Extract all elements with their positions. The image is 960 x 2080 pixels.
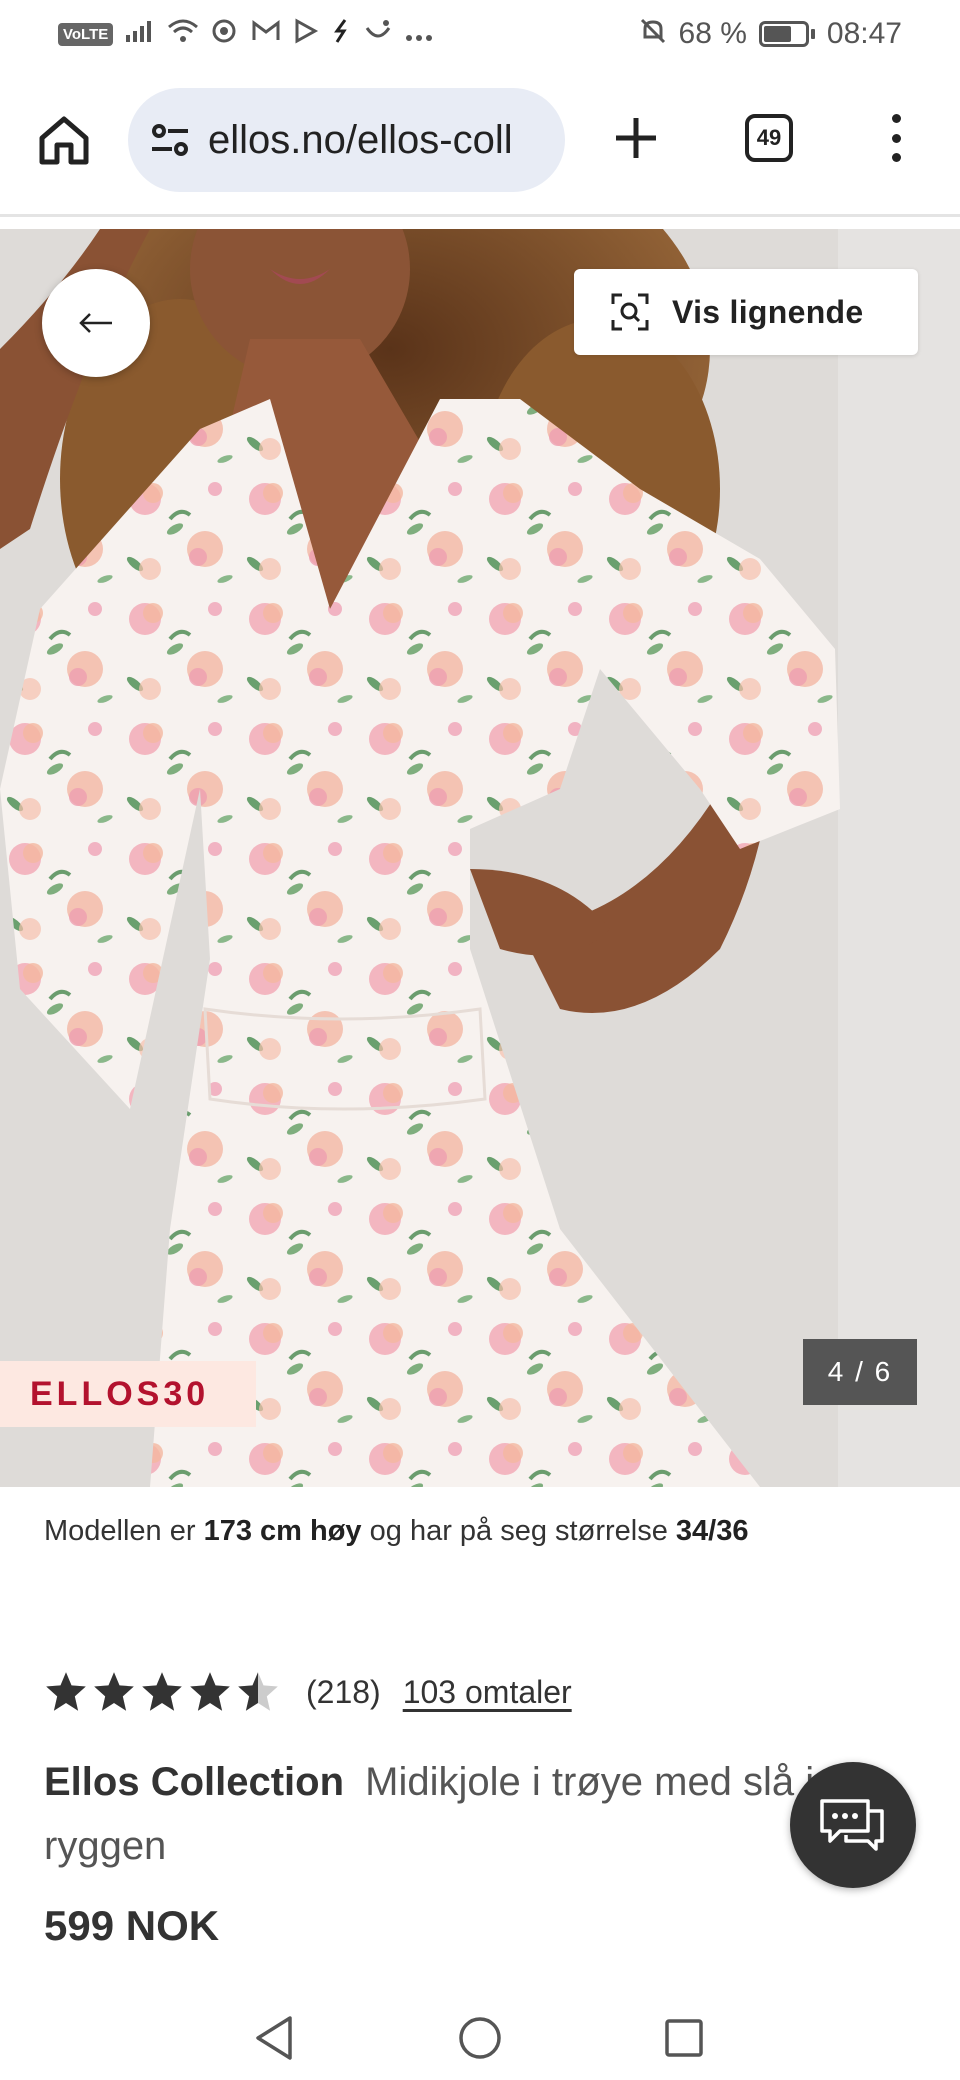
clock: 08:47: [826, 17, 902, 50]
url-text: ellos.no/ellos-coll: [208, 117, 513, 162]
reviews-link[interactable]: 103 omtaler: [403, 1674, 572, 1711]
product-brand: Ellos Collection: [44, 1760, 345, 1804]
nav-recents-button[interactable]: [654, 2008, 714, 2068]
visual-search-button[interactable]: Vis lignende: [574, 269, 918, 355]
lens-icon: [611, 293, 649, 331]
star-icon: [46, 1672, 86, 1711]
more-vert-icon[interactable]: [880, 110, 912, 166]
star-rating: [44, 1670, 280, 1714]
tune-icon[interactable]: [150, 123, 190, 157]
status-bar: VoLTE 68 % 08:47: [0, 0, 960, 68]
smile-icon: [363, 18, 393, 51]
battery-icon: [758, 21, 815, 47]
star-icon: [238, 1672, 278, 1711]
model-height: 173 cm høy: [203, 1515, 362, 1547]
model-info-prefix: Modellen er: [44, 1515, 204, 1547]
wifi-icon: [167, 18, 199, 51]
browser-toolbar: ellos.no/ellos-coll 49: [0, 84, 960, 196]
chat-button[interactable]: [790, 1762, 916, 1888]
model-size: 34/36: [675, 1515, 749, 1547]
toolbar-divider: [0, 214, 960, 217]
square-recents-icon: [665, 2019, 703, 2057]
nav-back-button[interactable]: [244, 2008, 304, 2068]
gmail-icon: [251, 19, 281, 50]
dress-photo: [0, 229, 960, 1487]
more-notifications-icon: [405, 19, 433, 50]
home-icon: [39, 116, 89, 165]
product-price: 599 NOK: [44, 1902, 220, 1949]
battery-percent: 68 %: [678, 17, 747, 50]
status-right: 68 % 08:47: [639, 17, 902, 52]
system-nav-bar: [0, 2000, 960, 2080]
nav-home-button[interactable]: [450, 2008, 510, 2068]
promo-badge: ELLOS30: [0, 1361, 256, 1427]
star-icon: [94, 1672, 134, 1711]
volte-badge: VoLTE: [58, 22, 114, 46]
visual-search-label: Vis lignende: [672, 293, 864, 330]
product-title: Ellos Collection Midikjole i trøye med s…: [44, 1750, 904, 1878]
status-left: VoLTE: [58, 17, 433, 52]
triangle-back-icon: [256, 2016, 292, 2060]
back-button[interactable]: [42, 269, 150, 377]
address-bar[interactable]: ellos.no/ellos-coll: [128, 88, 565, 192]
signal-icon: [125, 19, 155, 50]
model-info: Modellen er 173 cm høy og har på seg stø…: [44, 1515, 748, 1548]
chat-icon: [820, 1799, 884, 1851]
rating-row[interactable]: (218) 103 omtaler: [44, 1668, 572, 1716]
star-icon: [142, 1672, 182, 1711]
rating-count: (218): [306, 1673, 381, 1710]
product-image[interactable]: Vis lignende ELLOS30 4 / 6: [0, 229, 960, 1487]
hotspot-icon: [211, 17, 239, 52]
star-icon: [190, 1672, 230, 1711]
mute-icon: [639, 17, 667, 52]
play-store-icon: [293, 17, 319, 51]
notification-icon: [331, 17, 351, 52]
model-info-middle: og har på seg størrelse: [361, 1515, 676, 1547]
promo-code: ELLOS30: [30, 1374, 210, 1413]
home-button[interactable]: [36, 112, 92, 168]
tab-switcher-button[interactable]: 49: [745, 114, 793, 162]
circle-home-icon: [459, 2017, 501, 2059]
arrow-left-icon: [79, 313, 112, 333]
image-page-counter: 4 / 6: [803, 1339, 917, 1405]
plus-icon: [616, 118, 656, 158]
new-tab-button[interactable]: [612, 114, 660, 162]
